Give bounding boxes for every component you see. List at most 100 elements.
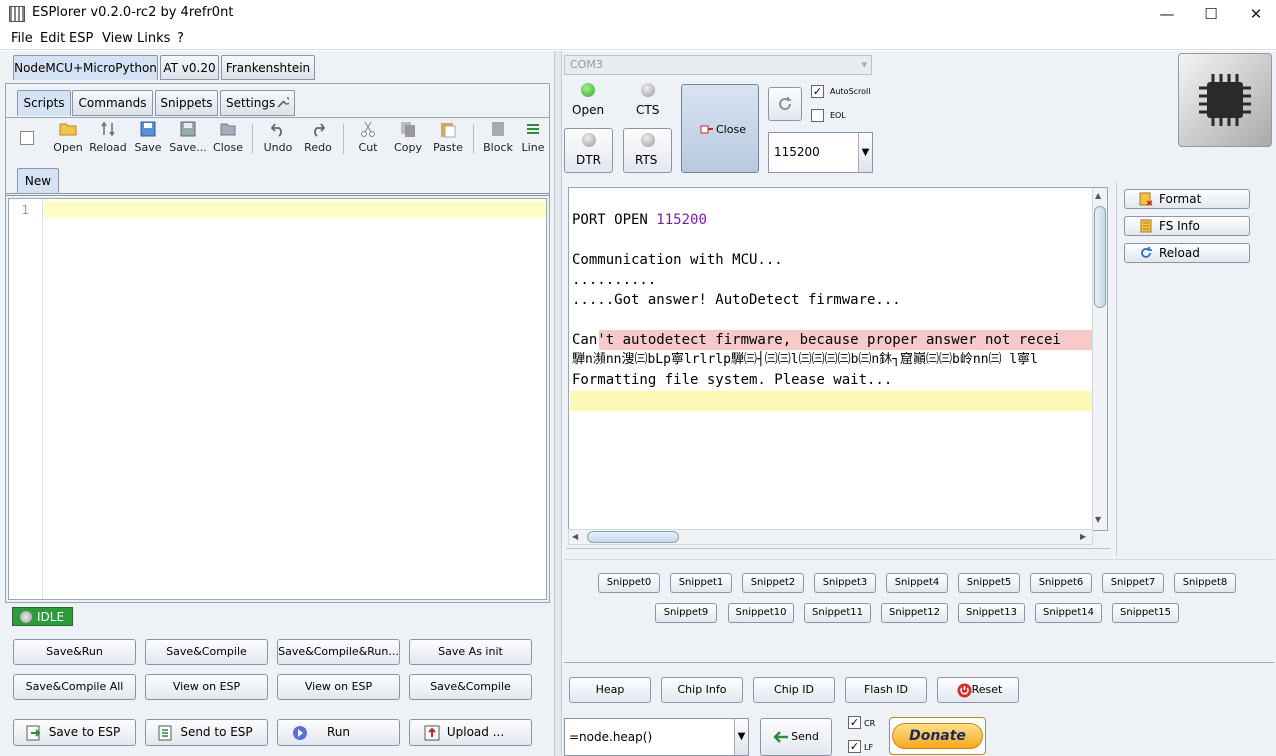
snippet-10-button[interactable]: Snippet10 — [728, 603, 794, 623]
snippet-8-button[interactable]: Snippet8 — [1174, 573, 1236, 593]
chevron-down-icon[interactable]: ▼ — [734, 719, 748, 755]
scroll-up-icon[interactable]: ▲ — [1095, 191, 1101, 200]
cr-checkbox[interactable]: ✓ — [848, 716, 861, 729]
open-led-icon — [581, 83, 595, 97]
code-editor[interactable]: 1 — [8, 198, 547, 600]
snippet-11-button[interactable]: Snippet11 — [804, 603, 871, 623]
view-on-esp-button-2[interactable]: View on ESP — [277, 674, 400, 700]
menu-help[interactable]: ? — [177, 31, 184, 46]
tab-nodemcu[interactable]: NodeMCU+MicroPython — [13, 55, 158, 80]
reset-button[interactable]: Reset — [937, 677, 1019, 703]
donate-button[interactable]: Donate — [889, 717, 986, 755]
scroll-left-icon[interactable]: ◀ — [572, 532, 578, 541]
snippet-0-button[interactable]: Snippet0 — [598, 573, 660, 593]
save-button[interactable]: Save — [128, 120, 168, 154]
copy-button[interactable]: Copy — [388, 120, 428, 154]
paste-button[interactable]: Paste — [428, 120, 468, 154]
cts-led-icon — [641, 83, 655, 97]
snippet-6-button[interactable]: Snippet6 — [1030, 573, 1092, 593]
eol-checkbox[interactable] — [811, 109, 824, 122]
cut-button[interactable]: Cut — [348, 120, 388, 154]
title-bar: ESPlorer v0.2.0-rc2 by 4refr0nt — ☐ ✕ — [0, 0, 1276, 28]
heap-button[interactable]: Heap — [569, 677, 651, 703]
save-compile-all-button[interactable]: Save&Compile All — [13, 674, 136, 700]
chip-id-button[interactable]: Chip ID — [753, 677, 835, 703]
terminal-output[interactable]: PORT OPEN 115200 Communication with MCU.… — [568, 187, 1108, 531]
undo-button[interactable]: Undo — [258, 120, 298, 154]
snippet-15-button[interactable]: Snippet15 — [1112, 603, 1179, 623]
send-button[interactable]: Send — [760, 718, 832, 756]
snippet-3-button[interactable]: Snippet3 — [814, 573, 876, 593]
baud-select[interactable]: 115200 ▼ — [768, 132, 873, 173]
save-compile-button-2[interactable]: Save&Compile — [409, 674, 532, 700]
menu-view[interactable]: View — [102, 31, 133, 46]
redo-button[interactable]: Redo — [298, 120, 338, 154]
select-checkbox[interactable] — [20, 131, 34, 145]
snippet-13-button[interactable]: Snippet13 — [958, 603, 1025, 623]
scroll-thumb[interactable] — [1094, 206, 1106, 308]
refresh-ports-button[interactable] — [768, 87, 802, 121]
upload-button[interactable]: Upload ... — [409, 719, 532, 746]
save-as-button[interactable]: Save... — [168, 120, 208, 154]
reload-button[interactable]: Reload — [88, 120, 128, 154]
send-to-esp-button[interactable]: Send to ESP — [145, 719, 268, 746]
tab-commands[interactable]: Commands — [72, 90, 153, 116]
panel-splitter[interactable] — [554, 51, 562, 756]
snippet-1-button[interactable]: Snippet1 — [670, 573, 732, 593]
autoscroll-checkbox[interactable]: ✓ — [811, 85, 824, 98]
menu-esp[interactable]: ESP — [69, 31, 93, 46]
fs-reload-button[interactable]: Reload — [1124, 243, 1250, 263]
fs-info-icon — [1140, 219, 1152, 233]
block-button[interactable]: Block — [478, 120, 518, 154]
snippet-2-button[interactable]: Snippet2 — [742, 573, 804, 593]
close-window-button[interactable]: ✕ — [1246, 4, 1266, 24]
snippet-12-button[interactable]: Snippet12 — [881, 603, 948, 623]
terminal-vscrollbar[interactable]: ▲ ▼ — [1092, 188, 1107, 530]
snippet-9-button[interactable]: Snippet9 — [655, 603, 717, 623]
terminal-line: Formatting file system. Please wait... — [572, 372, 893, 388]
file-tab-new[interactable]: New — [17, 168, 59, 193]
menu-links[interactable]: Links — [137, 31, 170, 46]
fs-info-button[interactable]: FS Info — [1124, 216, 1250, 236]
close-file-button[interactable]: Close — [208, 120, 248, 154]
tab-divider — [6, 117, 549, 118]
tab-snippets[interactable]: Snippets — [155, 90, 218, 116]
snippet-7-button[interactable]: Snippet7 — [1102, 573, 1164, 593]
tab-at[interactable]: AT v0.20 — [160, 55, 219, 80]
rts-button[interactable]: RTS — [623, 128, 672, 173]
menu-file[interactable]: File — [11, 31, 33, 46]
scroll-right-icon[interactable]: ▶ — [1080, 532, 1086, 541]
view-on-esp-button[interactable]: View on ESP — [145, 674, 268, 700]
open-button[interactable]: Open — [48, 120, 88, 154]
save-compile-run-button[interactable]: Save&Compile&Run... — [277, 639, 400, 665]
snippet-4-button[interactable]: Snippet4 — [886, 573, 948, 593]
chevron-down-icon: ▼ — [858, 133, 872, 172]
terminal-hscrollbar[interactable]: ◀ ▶ — [568, 529, 1093, 545]
hscroll-thumb[interactable] — [587, 531, 679, 543]
scroll-down-icon[interactable]: ▼ — [1095, 515, 1101, 524]
tab-scripts[interactable]: Scripts — [17, 90, 71, 116]
port-select[interactable]: COM3 ▾ — [564, 55, 872, 75]
lf-checkbox[interactable]: ✓ — [848, 740, 861, 753]
save-run-button[interactable]: Save&Run — [13, 639, 136, 665]
tab-settings[interactable]: Settings — [220, 90, 295, 116]
flash-id-button[interactable]: Flash ID — [845, 677, 927, 703]
line-button[interactable]: Line — [518, 120, 548, 154]
save-compile-button[interactable]: Save&Compile — [145, 639, 268, 665]
save-to-esp-button[interactable]: Save to ESP — [13, 719, 136, 746]
save-as-init-button[interactable]: Save As init — [409, 639, 532, 665]
maximize-button[interactable]: ☐ — [1201, 4, 1221, 24]
tab-frankenshtein[interactable]: Frankenshtein — [221, 55, 315, 80]
snippet-14-button[interactable]: Snippet14 — [1035, 603, 1102, 623]
close-port-button[interactable]: Close — [681, 84, 759, 173]
terminal-split-handle[interactable] — [566, 548, 1110, 554]
command-input[interactable]: =node.heap() ▼ — [564, 718, 749, 756]
chip-info-button[interactable]: Chip Info — [661, 677, 743, 703]
menu-edit[interactable]: Edit — [40, 31, 65, 46]
terminal-line: .....Got answer! AutoDetect firmware... — [572, 292, 901, 308]
minimize-button[interactable]: — — [1157, 4, 1177, 24]
snippet-5-button[interactable]: Snippet5 — [958, 573, 1020, 593]
run-button[interactable]: Run — [277, 719, 400, 746]
format-button[interactable]: Format — [1124, 189, 1250, 209]
dtr-button[interactable]: DTR — [564, 128, 613, 173]
